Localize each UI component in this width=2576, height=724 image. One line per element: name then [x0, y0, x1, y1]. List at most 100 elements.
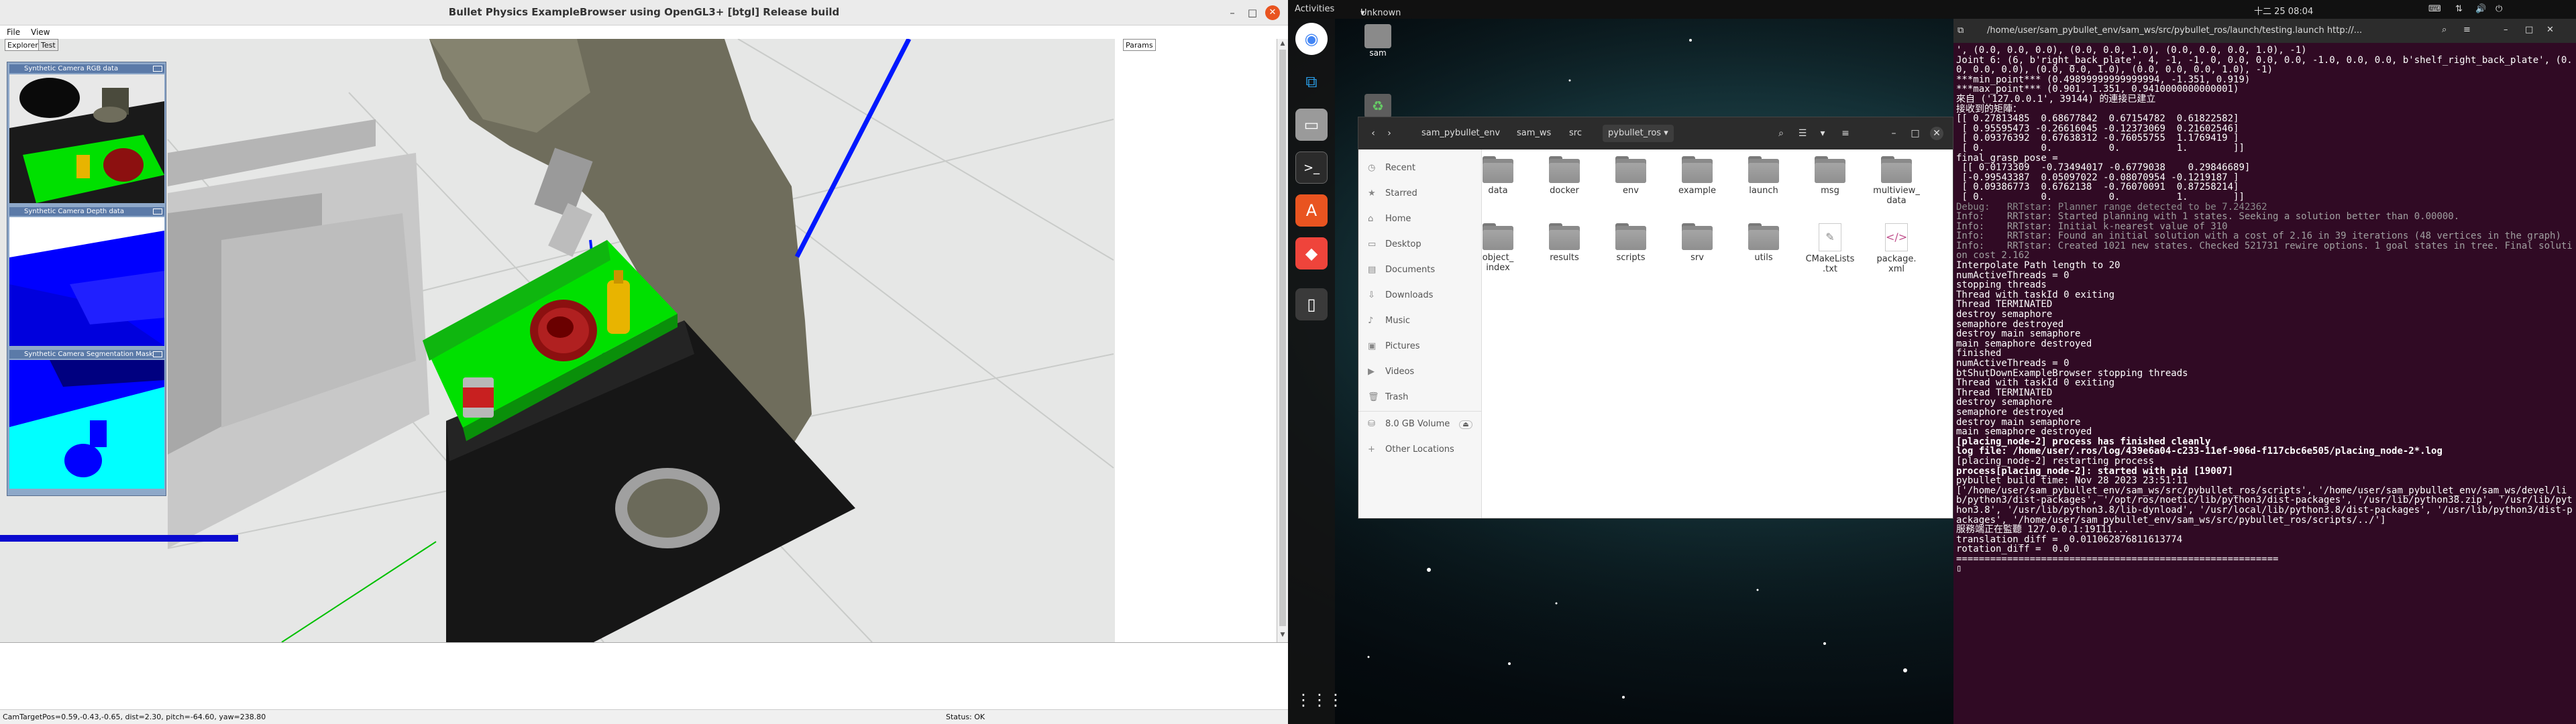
sidebar-item-downloads[interactable]: ⇩ Downloads	[1368, 289, 1433, 302]
terminal-line: destroy semaphore	[1956, 309, 2053, 320]
scroll-down-icon[interactable]: ▼	[1279, 631, 1287, 640]
rgb-panel-header[interactable]: Synthetic Camera RGB data	[9, 64, 164, 73]
minimize-icon[interactable]: –	[1887, 127, 1900, 140]
sidebar-item-recent[interactable]: ◷ Recent	[1368, 162, 1415, 175]
folder-srv[interactable]: srv	[1667, 223, 1727, 263]
activities-button[interactable]: Activities	[1295, 4, 1334, 14]
breadcrumb-pybullet-ros[interactable]: pybullet_ros ▾	[1603, 125, 1674, 142]
vscode-icon[interactable]: ⧉	[1295, 66, 1328, 98]
close-icon[interactable]: ✕	[1930, 127, 1943, 140]
terminal-icon[interactable]: >_	[1295, 152, 1328, 184]
minimize-icon[interactable]: –	[1225, 5, 1240, 20]
trash-desktop-icon[interactable]: ♻	[1362, 94, 1394, 118]
breadcrumb-sam-pybullet-env[interactable]: sam_pybullet_env	[1416, 125, 1505, 142]
forward-icon[interactable]: ›	[1383, 127, 1396, 140]
folder-utils[interactable]: utils	[1733, 223, 1794, 263]
search-icon[interactable]: ⌕	[2442, 25, 2447, 35]
music-icon: ♪	[1368, 316, 1374, 326]
chevron-down-icon: ▾	[1664, 128, 1668, 138]
sidebar-item-documents[interactable]: ▤ Documents	[1368, 263, 1435, 277]
maximize-icon[interactable]: □	[1245, 5, 1260, 20]
breadcrumb-sam-ws[interactable]: sam_ws	[1511, 125, 1556, 142]
sidebar-item-home[interactable]: ⌂ Home	[1368, 213, 1411, 226]
terminal-line: [-0.99543387 0.05097022 -0.08070954 -0.1…	[1956, 172, 2239, 183]
breadcrumb-src[interactable]: src	[1564, 125, 1587, 142]
new-tab-icon[interactable]: ⧉	[1957, 25, 1964, 36]
xml-file-icon: </>	[1885, 223, 1908, 251]
file-cmakelists[interactable]: ✎ CMakeLists .txt	[1800, 223, 1860, 274]
sidebar-item-music[interactable]: ♪ Music	[1368, 314, 1410, 328]
panel-toggle-icon[interactable]	[153, 208, 162, 215]
sidebar-item-other-locations[interactable]: + Other Locations	[1368, 443, 1454, 457]
usb-icon[interactable]: ▯	[1295, 288, 1328, 320]
network-icon[interactable]: ⇅	[2455, 4, 2463, 14]
sidebar-item-desktop[interactable]: ▭ Desktop	[1368, 238, 1421, 251]
video-icon: ▶	[1368, 367, 1375, 377]
tab-params[interactable]: Params	[1123, 39, 1156, 51]
search-icon[interactable]: ⌕	[1774, 127, 1788, 140]
camera-target-readout: CamTargetPos=0.59,-0.43,-0.65, dist=2.30…	[3, 713, 266, 721]
terminal-output[interactable]: ', (0.0, 0.0, 0.0), (0.0, 0.0, 1.0), (0.…	[1956, 46, 2573, 723]
sidebar-item-starred[interactable]: ★ Starred	[1368, 187, 1417, 200]
bullet-title-bar[interactable]: Bullet Physics ExampleBrowser using Open…	[0, 0, 1288, 25]
sidebar-item-trash[interactable]: 🗑 Trash	[1368, 391, 1408, 404]
menu-icon[interactable]: ≡	[1839, 127, 1852, 140]
tab-explorer[interactable]: Explorer	[5, 39, 41, 51]
sidebar-item-label: Starred	[1385, 188, 1417, 198]
folder-multiview-data[interactable]: multiview_ data	[1866, 156, 1927, 206]
folder-env[interactable]: env	[1601, 156, 1661, 196]
tab-test[interactable]: Test	[38, 39, 58, 51]
file-label: package. xml	[1876, 254, 1917, 274]
chevron-down-icon[interactable]: ▾	[1816, 127, 1829, 140]
panel-toggle-icon[interactable]	[153, 66, 162, 72]
folder-data[interactable]: data	[1468, 156, 1528, 196]
scroll-thumb[interactable]	[1279, 50, 1286, 626]
folder-label: results	[1550, 253, 1579, 263]
folder-docker[interactable]: docker	[1534, 156, 1595, 196]
menu-icon[interactable]: ≡	[2463, 25, 2471, 35]
terminal-line: ['/home/user/sam_pybullet_env/sam_ws/src…	[1956, 485, 2573, 526]
vertical-scrollbar[interactable]: ▲ ▼	[1277, 39, 1288, 642]
close-icon[interactable]: ✕	[1265, 5, 1280, 20]
panel-toggle-icon[interactable]	[153, 351, 162, 357]
bullet-menu-bar: File View	[0, 25, 1288, 39]
folder-example[interactable]: example	[1667, 156, 1727, 196]
menu-file[interactable]: File	[7, 27, 20, 37]
terminal-header[interactable]: ⧉ /home/user/sam_pybullet_env/sam_ws/src…	[1953, 19, 2576, 43]
sidebar-item-pictures[interactable]: ▣ Pictures	[1368, 340, 1419, 353]
scroll-up-icon[interactable]: ▲	[1279, 40, 1287, 48]
sidebar-item-volume[interactable]: ⛁ 8.0 GB Volume ⏏	[1368, 418, 1472, 431]
software-icon[interactable]: A	[1295, 194, 1328, 227]
terminal-line: [ 0. 0. 0. 1. ]]	[1956, 142, 2245, 154]
folder-results[interactable]: results	[1534, 223, 1595, 263]
home-folder-desktop-icon[interactable]: sam	[1362, 24, 1394, 58]
back-icon[interactable]: ‹	[1366, 127, 1380, 140]
folder-scripts[interactable]: scripts	[1601, 223, 1661, 263]
minimize-icon[interactable]: –	[2504, 25, 2508, 35]
view-list-icon[interactable]: ☰	[1796, 127, 1809, 140]
folder-object-index[interactable]: object_ index	[1468, 223, 1528, 273]
keyboard-icon[interactable]: ⌨	[2428, 4, 2441, 14]
power-icon[interactable]: ⏻	[2496, 4, 2502, 14]
menu-view[interactable]: View	[31, 27, 50, 37]
close-icon[interactable]: ✕	[2546, 25, 2554, 35]
chrome-icon[interactable]: ◉	[1295, 23, 1328, 55]
sidebar-item-videos[interactable]: ▶ Videos	[1368, 365, 1414, 379]
anydesk-icon[interactable]: ◆	[1295, 237, 1328, 269]
grid-icon[interactable]: ⋮⋮⋮	[1295, 684, 1344, 716]
files-icon[interactable]: ▭	[1295, 109, 1328, 141]
clock[interactable]: 十二 25 08:04	[2254, 4, 2313, 17]
maximize-icon[interactable]: □	[2525, 25, 2533, 35]
depth-panel-header[interactable]: Synthetic Camera Depth data	[9, 207, 164, 216]
eject-icon[interactable]: ⏏	[1459, 420, 1472, 429]
files-header-bar[interactable]: ‹ › sam_pybullet_env sam_ws src pybullet…	[1358, 117, 1953, 149]
segmentation-panel-header[interactable]: Synthetic Camera Segmentation Mask	[9, 350, 164, 359]
folder-msg[interactable]: msg	[1800, 156, 1860, 196]
file-package-xml[interactable]: </> package. xml	[1866, 223, 1927, 274]
3d-viewport[interactable]	[0, 39, 1288, 642]
maximize-icon[interactable]: □	[1909, 127, 1922, 140]
top-bar: Activities Unknown ▾ 十二 25 08:04 ⌨ ⇅ 🔊 ⏻	[1288, 0, 2576, 19]
folder-launch[interactable]: launch	[1733, 156, 1794, 196]
folder-label: data	[1488, 186, 1508, 196]
volume-icon[interactable]: 🔊	[2475, 4, 2486, 14]
